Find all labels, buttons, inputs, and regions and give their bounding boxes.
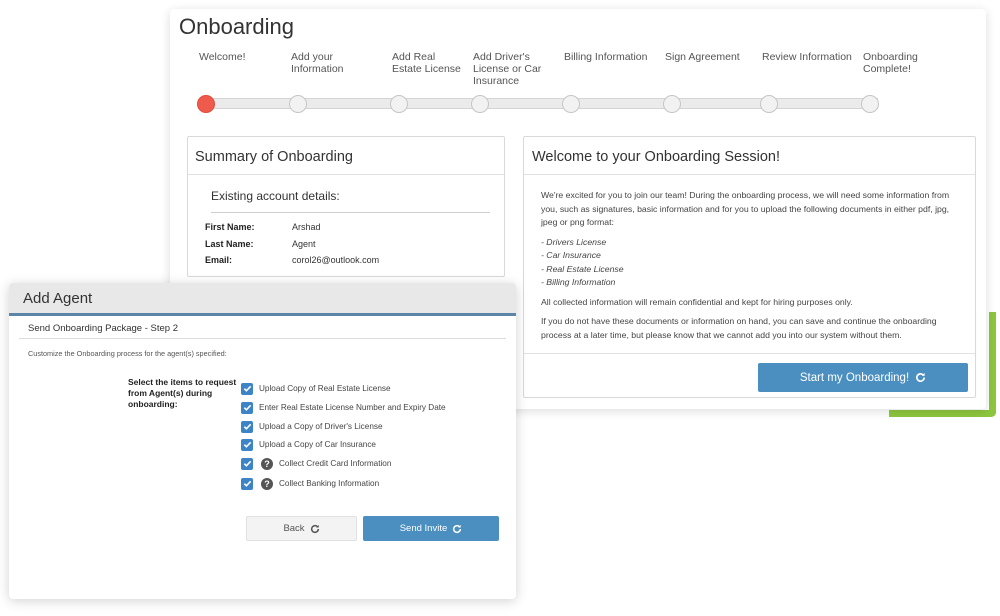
add-agent-window: Add Agent Send Onboarding Package - Step… — [9, 283, 516, 599]
refresh-icon — [310, 524, 319, 533]
step-label-real-estate: Add Real Estate License — [392, 51, 461, 75]
checkbox-checked[interactable] — [241, 420, 253, 433]
checkmark-icon — [243, 441, 251, 448]
step-label-welcome: Welcome! — [199, 51, 246, 63]
option-car-insurance[interactable]: Upload a Copy of Car Insurance — [241, 438, 376, 451]
field-label: First Name: — [205, 222, 255, 232]
welcome-title: Welcome to your Onboarding Session! — [524, 137, 975, 175]
step-dot-7[interactable] — [760, 95, 778, 113]
send-invite-label: Send Invite — [399, 523, 448, 534]
option-label: Upload a Copy of Car Insurance — [259, 440, 376, 449]
list-item: - Drivers License — [541, 236, 607, 247]
start-onboarding-button[interactable]: Start my Onboarding! — [758, 363, 968, 392]
checkbox-checked[interactable] — [241, 457, 253, 470]
option-credit-card[interactable]: ? Collect Credit Card Information — [241, 457, 391, 470]
field-value: corol26@outlook.com — [292, 255, 380, 265]
summary-title: Summary of Onboarding — [188, 137, 504, 175]
checkbox-checked[interactable] — [241, 382, 253, 395]
back-button[interactable]: Back — [246, 516, 357, 541]
select-items-label: Select the items to request from Agent(s… — [128, 377, 237, 409]
step-label-complete: Onboarding Complete! — [863, 51, 918, 75]
option-label: Upload a Copy of Driver's License — [259, 422, 383, 431]
step-label-sign: Sign Agreement — [665, 51, 740, 63]
field-value: Arshad — [292, 222, 321, 232]
step-label-your-info: Add your Information — [291, 51, 344, 75]
summary-panel: Summary of Onboarding Existing account d… — [187, 136, 505, 277]
add-agent-header: Add Agent — [9, 283, 516, 316]
checkmark-icon — [243, 480, 251, 487]
welcome-body: We're excited for you to join our team! … — [524, 175, 975, 342]
option-drivers-license[interactable]: Upload a Copy of Driver's License — [241, 420, 383, 433]
page-title: Onboarding — [179, 14, 294, 39]
checkmark-icon — [243, 423, 251, 430]
confidential-note: All collected information will remain co… — [541, 296, 853, 307]
checkbox-checked[interactable] — [241, 477, 253, 490]
refresh-icon — [916, 372, 926, 382]
summary-divider — [211, 212, 490, 213]
welcome-panel: Welcome to your Onboarding Session! We'r… — [523, 136, 976, 398]
step-dot-3[interactable] — [390, 95, 408, 113]
option-label: Collect Banking Information — [279, 479, 380, 488]
welcome-intro: We're excited for you to join our team! … — [541, 190, 950, 227]
stage: Onboarding Welcome! Add your Information… — [0, 0, 1000, 616]
send-invite-button[interactable]: Send Invite — [363, 516, 499, 541]
add-agent-title: Add Agent — [23, 290, 93, 307]
step-label-drivers-license: Add Driver's License or Car Insurance — [473, 51, 542, 87]
list-item: - Billing Information — [541, 277, 616, 287]
option-label: Upload Copy of Real Estate License — [259, 384, 391, 393]
step-dot-1[interactable] — [197, 95, 215, 113]
option-banking[interactable]: ? Collect Banking Information — [241, 477, 379, 490]
field-label: Last Name: — [205, 239, 254, 249]
help-icon[interactable]: ? — [261, 457, 273, 470]
option-label: Enter Real Estate License Number and Exp… — [259, 403, 446, 412]
list-item: - Car Insurance — [541, 250, 601, 260]
checkmark-icon — [243, 404, 251, 411]
list-item: - Real Estate License — [541, 263, 624, 274]
step-divider — [19, 338, 506, 339]
field-label: Email: — [205, 255, 233, 265]
option-real-estate-copy[interactable]: Upload Copy of Real Estate License — [241, 382, 391, 395]
step-dot-8[interactable] — [861, 95, 879, 113]
step-dot-6[interactable] — [663, 95, 681, 113]
customize-description: Customize the Onboarding process for the… — [28, 349, 227, 358]
help-icon[interactable]: ? — [261, 477, 273, 490]
checkmark-icon — [243, 460, 251, 467]
checkbox-checked[interactable] — [241, 438, 253, 451]
step-dot-4[interactable] — [471, 95, 489, 113]
refresh-icon — [453, 524, 462, 533]
step-dot-2[interactable] — [289, 95, 307, 113]
step-label-review: Review Information — [762, 51, 852, 63]
field-value: Agent — [292, 239, 316, 249]
documents-list: - Drivers License - Car Insurance - Real… — [541, 236, 965, 290]
step-label-billing: Billing Information — [564, 51, 648, 63]
option-label: Collect Credit Card Information — [279, 459, 392, 468]
welcome-footer-divider — [524, 353, 975, 354]
step-dot-5[interactable] — [562, 95, 580, 113]
summary-subtitle: Existing account details: — [211, 189, 340, 203]
back-label: Back — [283, 523, 305, 534]
checkmark-icon — [243, 385, 251, 392]
checkbox-checked[interactable] — [241, 401, 253, 414]
option-license-number[interactable]: Enter Real Estate License Number and Exp… — [241, 401, 446, 414]
start-onboarding-label: Start my Onboarding! — [799, 371, 910, 384]
save-note: If you do not have these documents or in… — [541, 316, 937, 340]
step-subtitle: Send Onboarding Package - Step 2 — [28, 323, 178, 334]
